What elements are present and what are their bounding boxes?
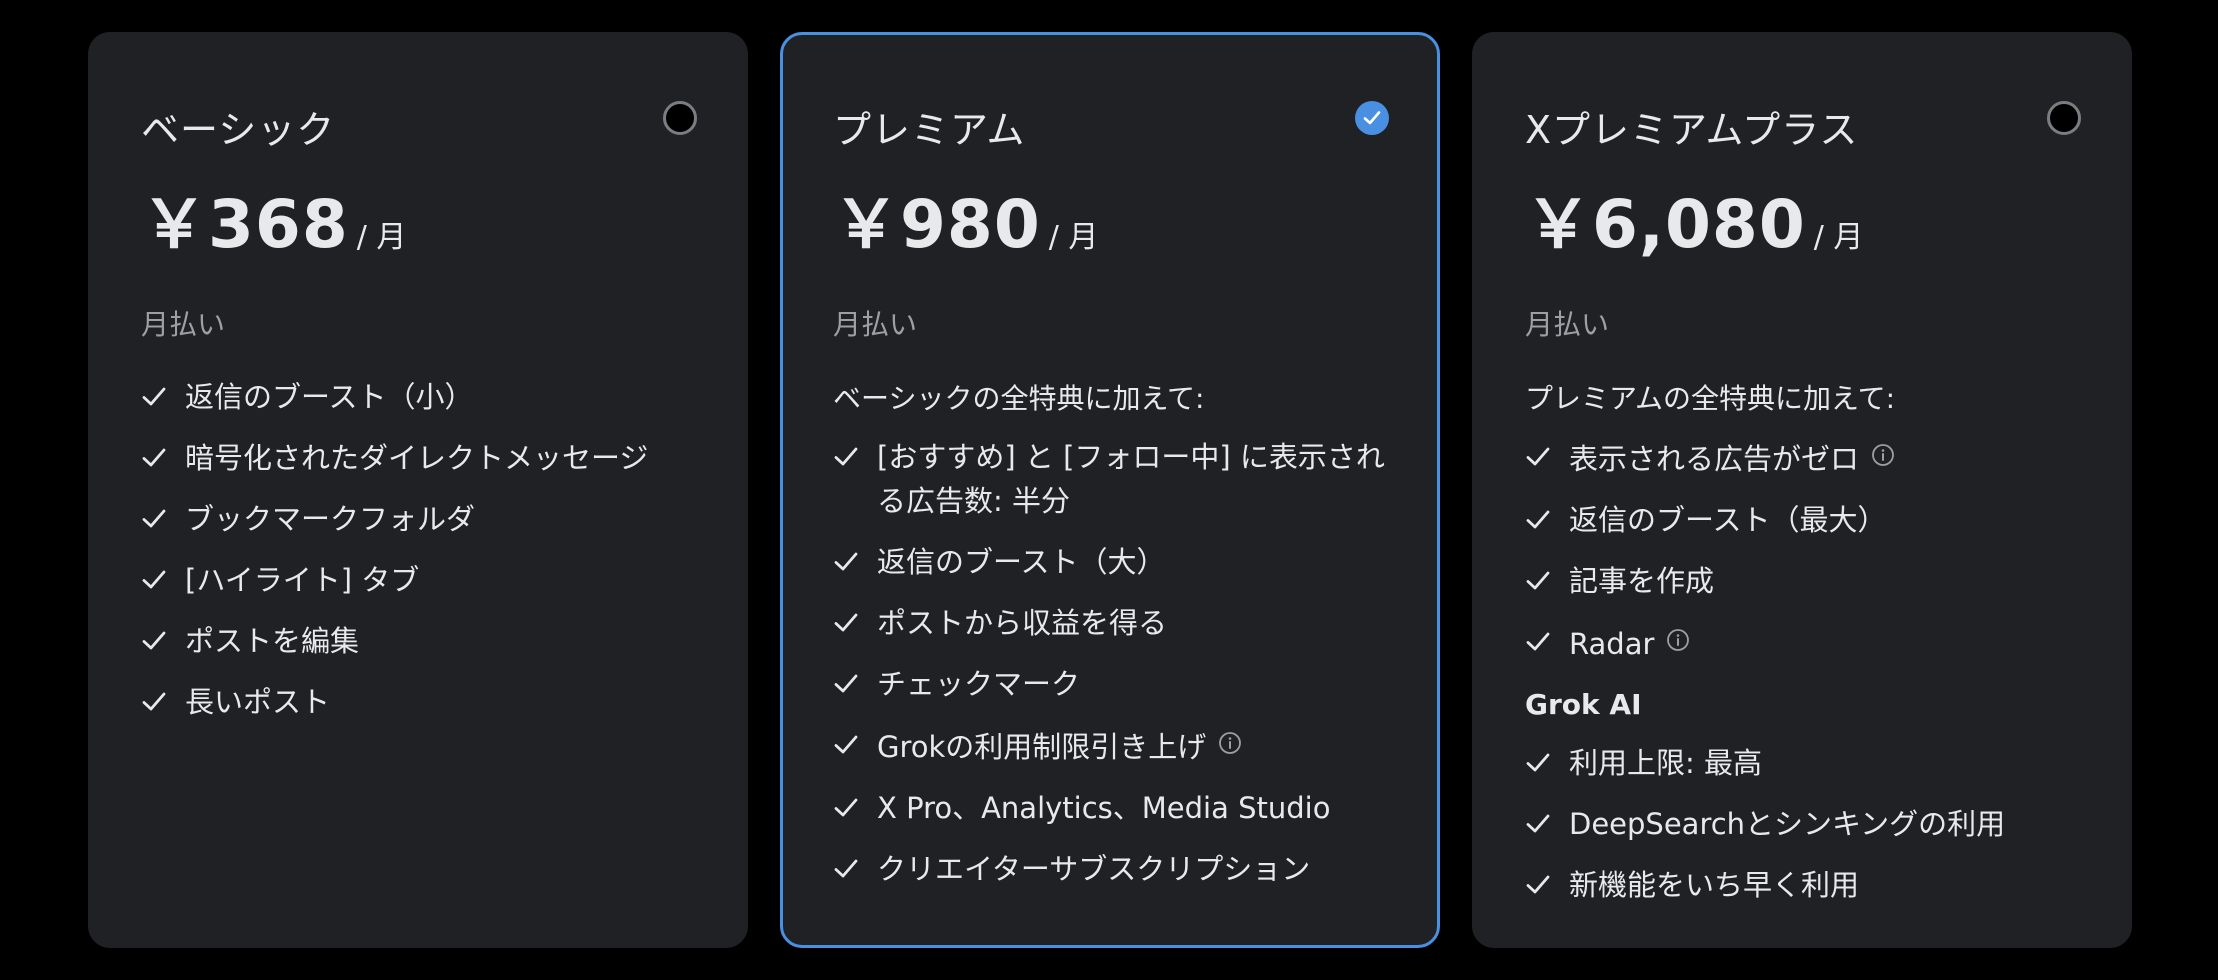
feature-item: DeepSearchとシンキングの利用	[1525, 802, 2089, 846]
checkmark-icon	[1525, 802, 1555, 846]
checkmark-icon	[833, 847, 863, 891]
checkmark-icon	[141, 680, 171, 724]
feature-item: 記事を作成	[1525, 559, 2089, 603]
plan-name: プレミアム	[833, 108, 1026, 152]
price-period: / 月	[356, 220, 407, 255]
feature-list: 返信のブースト（小） 暗号化されたダイレクトメッセージ ブックマークフォルダ […	[141, 375, 705, 741]
feature-text: 返信のブースト（最大）	[1569, 503, 1887, 537]
feature-text: クリエイターサブスクリプション	[877, 852, 1311, 886]
feature-text: 返信のブースト（小）	[185, 380, 474, 414]
feature-text: Grokの利用制限引き上げ	[877, 730, 1207, 764]
feature-text: 長いポスト	[185, 685, 331, 719]
feature-text: 記事を作成	[1569, 564, 1715, 598]
feature-text: DeepSearchとシンキングの利用	[1569, 807, 2006, 841]
checkmark-icon	[141, 619, 171, 663]
billing-cycle: 月払い	[141, 308, 226, 341]
plan-card-premium[interactable]: プレミアム ￥980 / 月 月払い ベーシックの全特典に加えて: [おすすめ]…	[780, 32, 1440, 948]
feature-item: ポストから収益を得る	[833, 601, 1397, 645]
feature-item: [ハイライト] タブ	[141, 558, 705, 602]
feature-intro: ベーシックの全特典に加えて:	[833, 382, 1205, 415]
checkmark-icon	[141, 375, 171, 419]
feature-text: チェックマーク	[877, 667, 1081, 701]
price-row: ￥980 / 月	[833, 171, 1098, 267]
grok-ai-heading: Grok AI	[1525, 688, 1642, 721]
feature-item: チェックマーク	[833, 662, 1397, 706]
feature-item: 長いポスト	[141, 680, 705, 724]
price-row: ￥6,080 / 月	[1525, 171, 1863, 267]
checkmark-icon	[833, 435, 863, 479]
feature-text: X Pro、Analytics、Media Studio	[877, 791, 1331, 825]
checkmark-icon	[1363, 111, 1381, 125]
checkmark-icon	[833, 662, 863, 706]
info-icon[interactable]	[1666, 620, 1690, 651]
checkmark-icon	[141, 497, 171, 541]
plan-price: ￥368	[141, 186, 349, 263]
plan-card-basic[interactable]: ベーシック ￥368 / 月 月払い 返信のブースト（小） 暗号化されたダイレク…	[88, 32, 748, 948]
feature-item: 表示される広告がゼロ	[1525, 435, 2089, 481]
feature-item: ポストを編集	[141, 619, 705, 663]
info-icon[interactable]	[1218, 723, 1242, 754]
feature-text: Radar	[1569, 627, 1655, 661]
plan-price: ￥980	[833, 186, 1041, 263]
plan-radio-premium-plus[interactable]	[2047, 101, 2081, 135]
price-period: / 月	[1813, 220, 1864, 255]
feature-item: Grokの利用制限引き上げ	[833, 723, 1397, 769]
feature-item: X Pro、Analytics、Media Studio	[833, 786, 1397, 830]
checkmark-icon	[141, 558, 171, 602]
plan-name: Xプレミアムプラス	[1525, 108, 1859, 152]
feature-text: 表示される広告がゼロ	[1569, 442, 1860, 476]
plan-radio-premium[interactable]	[1355, 101, 1389, 135]
feature-item: クリエイターサブスクリプション	[833, 847, 1397, 891]
feature-text: 利用上限: 最高	[1569, 746, 1762, 780]
checkmark-icon	[833, 540, 863, 584]
feature-item: 暗号化されたダイレクトメッセージ	[141, 436, 705, 480]
feature-text: 新機能をいち早く利用	[1569, 868, 1860, 902]
feature-item: Radar	[1525, 620, 2089, 666]
checkmark-icon	[1525, 498, 1555, 542]
checkmark-icon	[1525, 620, 1555, 664]
billing-cycle: 月払い	[833, 308, 918, 341]
billing-cycle: 月払い	[1525, 308, 1610, 341]
feature-text: [ハイライト] タブ	[185, 563, 420, 597]
checkmark-icon	[1525, 435, 1555, 479]
price-row: ￥368 / 月	[141, 171, 406, 267]
checkmark-icon	[1525, 559, 1555, 603]
feature-item: [おすすめ] と [フォロー中] に表示される広告数: 半分	[833, 435, 1397, 523]
plan-card-premium-plus[interactable]: Xプレミアムプラス ￥6,080 / 月 月払い プレミアムの全特典に加えて: …	[1472, 32, 2132, 948]
info-icon[interactable]	[1871, 435, 1895, 466]
feature-intro: プレミアムの全特典に加えて:	[1525, 382, 1896, 415]
feature-text: ポストを編集	[185, 624, 360, 658]
price-period: / 月	[1048, 220, 1099, 255]
feature-item: ブックマークフォルダ	[141, 497, 705, 541]
plan-price: ￥6,080	[1525, 186, 1806, 263]
feature-item: 返信のブースト（小）	[141, 375, 705, 419]
feature-list: ベーシックの全特典に加えて: [おすすめ] と [フォロー中] に表示される広告…	[833, 367, 1397, 908]
plan-name: ベーシック	[141, 108, 336, 152]
checkmark-icon	[141, 436, 171, 480]
feature-text: ポストから収益を得る	[877, 606, 1168, 640]
feature-text: 暗号化されたダイレクトメッセージ	[185, 441, 649, 475]
checkmark-icon	[1525, 863, 1555, 907]
feature-item: 新機能をいち早く利用	[1525, 863, 2089, 907]
feature-item: 返信のブースト（大）	[833, 540, 1397, 584]
feature-text: ブックマークフォルダ	[185, 502, 476, 536]
checkmark-icon	[833, 786, 863, 830]
feature-text: 返信のブースト（大）	[877, 545, 1166, 579]
checkmark-icon	[833, 723, 863, 767]
feature-text: [おすすめ] と [フォロー中] に表示される広告数: 半分	[877, 440, 1385, 518]
plan-radio-basic[interactable]	[663, 101, 697, 135]
checkmark-icon	[833, 601, 863, 645]
checkmark-icon	[1525, 741, 1555, 785]
feature-list: プレミアムの全特典に加えて: 表示される広告がゼロ 返信のブースト（最大） 記事…	[1525, 367, 2089, 924]
feature-item: 利用上限: 最高	[1525, 741, 2089, 785]
feature-item: 返信のブースト（最大）	[1525, 498, 2089, 542]
